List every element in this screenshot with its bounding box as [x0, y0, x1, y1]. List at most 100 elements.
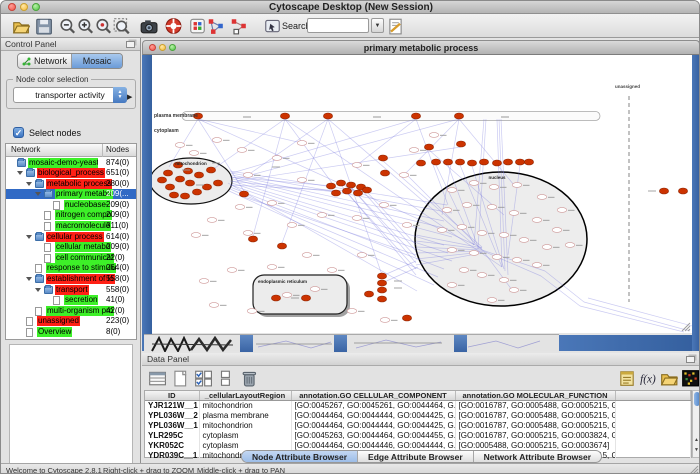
tree-row[interactable]: primary metabo209(...: [6, 189, 136, 200]
tree-row[interactable]: Overview8(0): [6, 327, 136, 338]
gene-node[interactable]: [454, 113, 463, 119]
table-cell[interactable]: [GO:0044464, GO:0044444, GO:0044425, G..…: [291, 421, 455, 431]
table-cell[interactable]: [615, 441, 691, 451]
table-cell[interactable]: [GO:0016787, GO:0005215, GO:0003824, G..…: [455, 431, 615, 441]
plasma-membrane-compartment[interactable]: [182, 112, 600, 121]
disclosure-triangle-icon[interactable]: [35, 192, 41, 196]
float-panel-icon[interactable]: [126, 41, 135, 48]
window-titlebar[interactable]: Cytoscape Desktop (New Session): [1, 1, 700, 14]
gene-node[interactable]: [416, 160, 425, 166]
tree-row[interactable]: biological_process651(0): [6, 168, 136, 179]
table-cell[interactable]: [GO:0045263, GO:0044464, GO:0044455, G..…: [291, 431, 455, 441]
gene-node[interactable]: [377, 273, 386, 279]
close-button[interactable]: [8, 3, 16, 11]
tab-edge-attribute-browser[interactable]: Edge Attribute Browser: [358, 451, 474, 462]
zoom-fit-icon[interactable]: [112, 17, 131, 35]
gene-node[interactable]: [377, 296, 386, 302]
unselect-attributes-icon[interactable]: [217, 369, 235, 387]
gene-node[interactable]: [271, 295, 280, 301]
tree-row[interactable]: macromolecule311(0): [6, 221, 136, 232]
table-cell[interactable]: [GO:0016787, GO:0005488, GO:0005215, G..…: [455, 411, 615, 421]
tree-row-label[interactable]: secretion: [64, 295, 98, 305]
tree-row-label[interactable]: cellular metabo: [55, 242, 111, 252]
gene-node[interactable]: [239, 191, 248, 197]
tree-row[interactable]: response to stimulu264(0): [6, 263, 136, 274]
table-row[interactable]: YJR121W__1mitochondrion[GO:0045267, GO:0…: [145, 401, 691, 411]
gene-node[interactable]: [503, 159, 512, 165]
view-minimize-button[interactable]: [159, 44, 166, 51]
tab-network[interactable]: Network: [18, 54, 72, 68]
table-cell[interactable]: [615, 431, 691, 441]
zoom-selected-icon[interactable]: [94, 17, 113, 35]
gene-node[interactable]: [192, 189, 201, 195]
table-row[interactable]: YLR295Ccytoplasm[GO:0045263, GO:0044464,…: [145, 431, 691, 441]
tree-row-label[interactable]: mosaic-demo-yeast: [28, 158, 98, 168]
gene-node[interactable]: [431, 159, 440, 165]
snapshot-icon[interactable]: [139, 17, 158, 35]
tree-row-label[interactable]: macromolecule: [55, 221, 111, 231]
table-cell[interactable]: [GO:0044464, GO:0044444, GO:0044425, G..…: [291, 411, 455, 421]
search-options-icon[interactable]: [386, 17, 405, 35]
tab-node-attribute-browser[interactable]: Node Attribute Browser: [242, 451, 358, 462]
table-row[interactable]: YPL036W__2plasma membrane[GO:0044464, GO…: [145, 411, 691, 421]
gene-node[interactable]: [364, 291, 373, 297]
vizmapper-icon[interactable]: [263, 17, 282, 35]
gene-node[interactable]: [323, 113, 332, 119]
select-nodes-checkbox[interactable]: ✓: [13, 127, 24, 138]
disclosure-triangle-icon[interactable]: [35, 288, 41, 292]
gene-node[interactable]: [380, 170, 389, 176]
gene-node[interactable]: [492, 160, 501, 166]
table-cell[interactable]: cytoplasm: [199, 431, 291, 441]
table-cell[interactable]: mitochondrion: [199, 401, 291, 411]
gene-node[interactable]: [456, 141, 465, 147]
table-cell[interactable]: YJR121W__1: [145, 401, 199, 411]
disclosure-triangle-icon[interactable]: [17, 171, 23, 175]
tab-network-attribute-browser[interactable]: Network Attribute Browser: [474, 451, 601, 462]
gene-node[interactable]: [455, 159, 464, 165]
gene-node[interactable]: [342, 188, 351, 194]
select-attributes-icon[interactable]: [194, 369, 212, 387]
gene-node[interactable]: [377, 280, 386, 286]
table-cell[interactable]: cytoplasm: [199, 441, 291, 451]
node-color-combobox[interactable]: transporter activity ▲▼: [13, 87, 127, 103]
tree-row[interactable]: cell communicat22(0): [6, 252, 136, 263]
open-network-icon[interactable]: [11, 17, 30, 35]
zoom-button[interactable]: [32, 3, 40, 11]
network-canvas[interactable]: plasma membrane cytoplasm mitochondrion …: [152, 55, 692, 333]
disclosure-triangle-icon[interactable]: [26, 182, 32, 186]
tree-row-label[interactable]: biological_process: [37, 168, 105, 178]
tree-row[interactable]: nucleobase-209(0): [6, 199, 136, 210]
gene-node[interactable]: [377, 287, 386, 293]
disclosure-triangle-icon[interactable]: [26, 277, 32, 281]
gene-node[interactable]: [424, 144, 433, 150]
table-cell[interactable]: [615, 411, 691, 421]
column-header[interactable]: [615, 391, 691, 401]
help-icon[interactable]: [164, 17, 183, 35]
gene-node[interactable]: [402, 315, 411, 321]
table-cell[interactable]: [GO:0016787, GO:0005488, GO:0005215, G..…: [455, 421, 615, 431]
gene-node[interactable]: [336, 180, 345, 186]
gene-node[interactable]: [479, 159, 488, 165]
gene-node[interactable]: [157, 177, 166, 183]
table-cell[interactable]: [GO:0005488, GO:0005215, GO:0003674]: [455, 441, 615, 451]
gene-node[interactable]: [411, 113, 420, 119]
attribute-table-header[interactable]: ID_cellularLayoutRegionannotation.GO CEL…: [145, 391, 691, 401]
tree-row-label[interactable]: transport: [55, 285, 89, 295]
tree-row[interactable]: cellular metabo209(0): [6, 242, 136, 253]
save-session-icon[interactable]: [34, 17, 53, 35]
table-cell[interactable]: mitochondrion: [199, 421, 291, 431]
tree-row-label[interactable]: nucleobase-: [64, 200, 110, 210]
gene-node[interactable]: [331, 190, 340, 196]
gene-node[interactable]: [659, 188, 668, 194]
tree-row[interactable]: unassigned223(0): [6, 316, 136, 327]
zoom-in-icon[interactable]: [76, 17, 95, 35]
delete-attribute-icon[interactable]: [240, 369, 258, 387]
tree-row-label[interactable]: Overview: [37, 327, 72, 337]
attribute-grid-icon[interactable]: [188, 17, 207, 35]
gene-node[interactable]: [185, 180, 194, 186]
gene-node[interactable]: [194, 172, 203, 178]
view-close-button[interactable]: [149, 44, 156, 51]
matrix-icon[interactable]: [681, 369, 699, 387]
tree-row[interactable]: establishment of lo558(0): [6, 274, 136, 285]
tree-row-label[interactable]: metabolic process: [46, 179, 112, 189]
